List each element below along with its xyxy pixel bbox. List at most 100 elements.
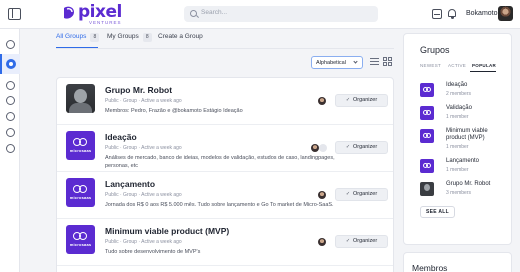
group-avatar[interactable] xyxy=(420,129,434,143)
widget-group-count: 2 members xyxy=(446,91,472,97)
group-avatar[interactable] xyxy=(420,182,434,196)
member-avatar[interactable] xyxy=(318,238,326,246)
thumb-word: microsaas xyxy=(69,242,92,247)
group-avatar[interactable]: microsaas xyxy=(66,131,95,160)
member-avatar[interactable] xyxy=(319,144,327,152)
thumb-word: microsaas xyxy=(69,195,92,200)
panel-toggle-icon[interactable] xyxy=(8,8,21,20)
search-placeholder: Search... xyxy=(201,9,228,16)
group-title[interactable]: Minimum viable product (MVP) xyxy=(105,226,229,236)
group-title[interactable]: Grupo Mr. Robot xyxy=(105,85,172,95)
list-item[interactable]: microsaas Lançamento Public · Group · Ac… xyxy=(57,172,393,219)
tab-create-group[interactable]: Create a Group xyxy=(158,33,203,40)
group-title[interactable]: Lançamento xyxy=(105,179,155,189)
tab-count-badge: 8 xyxy=(142,33,152,42)
widget-group-name[interactable]: Ideação xyxy=(446,82,467,88)
search-input[interactable]: Search... xyxy=(184,6,378,22)
tab-all-groups[interactable]: All Groups 8 xyxy=(56,33,100,42)
group-meta: Public · Group · Active a week ago xyxy=(105,192,182,198)
tab-label: All Groups xyxy=(56,33,87,40)
sidebar xyxy=(0,29,20,272)
widget-title: Membros xyxy=(412,263,448,272)
user-icon[interactable] xyxy=(6,96,15,105)
widget-group-item[interactable]: Ideação 2 members xyxy=(420,81,510,103)
tab-newest[interactable]: NEWEST xyxy=(420,63,441,68)
list-view-icon[interactable] xyxy=(370,58,379,66)
widget-group-item[interactable]: Validação 1 member xyxy=(420,104,510,126)
widget-group-count: 1 member xyxy=(446,167,469,173)
widget-group-count: 3 members xyxy=(446,190,472,196)
group-avatar[interactable]: microsaas xyxy=(66,225,95,254)
group-avatar[interactable] xyxy=(420,83,434,97)
see-all-button[interactable]: SEE ALL xyxy=(420,206,455,218)
settings-icon[interactable] xyxy=(6,144,15,153)
tab-my-groups[interactable]: My Groups 8 xyxy=(107,33,152,42)
list-item[interactable]: microsaas Ideação Public · Group · Activ… xyxy=(57,125,393,172)
microsaas-logo-icon xyxy=(423,110,431,115)
microsaas-logo-icon xyxy=(73,185,88,193)
group-avatar[interactable] xyxy=(420,159,434,173)
tab-count-badge: 8 xyxy=(90,33,100,42)
list-item[interactable]: Grupo Mr. Robot Public · Group · Active … xyxy=(57,78,393,125)
organizer-button[interactable]: Organizer xyxy=(335,188,388,201)
microsaas-logo-icon xyxy=(423,133,431,138)
widget-group-name[interactable]: Lançamento xyxy=(446,158,479,164)
compass-icon[interactable] xyxy=(6,81,15,90)
widget-group-item[interactable]: Lançamento 1 member xyxy=(420,157,510,179)
active-tab-indicator xyxy=(470,71,496,73)
group-description: Jornada dos R$ 0 aos R$ 5.000 mês. Tudo … xyxy=(105,202,334,208)
home-icon[interactable] xyxy=(6,40,15,49)
thumb-word: microsaas xyxy=(69,148,92,153)
group-meta: Public · Group · Active a week ago xyxy=(105,239,182,245)
avatar[interactable] xyxy=(498,6,513,21)
members-widget: Membros xyxy=(403,252,512,272)
member-avatar[interactable] xyxy=(318,97,326,105)
contacts-icon[interactable] xyxy=(6,112,15,121)
group-meta: Public · Group · Active a week ago xyxy=(105,98,182,104)
group-title[interactable]: Ideação xyxy=(105,132,137,142)
widget-group-name[interactable]: Minimum viable product (MVP) xyxy=(446,128,508,142)
search-icon xyxy=(190,10,197,17)
group-avatar[interactable]: microsaas xyxy=(66,178,95,207)
tab-label: Create a Group xyxy=(158,33,203,40)
grid-view-icon[interactable] xyxy=(383,57,393,67)
member-avatar[interactable] xyxy=(311,144,319,152)
widget-group-count: 1 member xyxy=(446,114,469,120)
chat-icon[interactable] xyxy=(6,128,15,137)
widget-group-name[interactable]: Validação xyxy=(446,105,472,111)
tab-label: My Groups xyxy=(107,33,139,40)
widget-group-name[interactable]: Grupo Mr. Robot xyxy=(446,181,490,187)
microsaas-logo-icon xyxy=(423,87,431,92)
top-bar: pixel VENTURES Search... Bokamoto xyxy=(0,0,520,29)
group-description: Análises de mercado, banco de ideias, mo… xyxy=(105,155,335,169)
tab-active[interactable]: ACTIVE xyxy=(448,63,466,68)
inbox-icon[interactable] xyxy=(432,9,442,19)
member-avatar[interactable] xyxy=(318,191,326,199)
logo-subtitle: VENTURES xyxy=(89,20,122,25)
logo-word: pixel xyxy=(78,2,122,22)
microsaas-logo-icon xyxy=(73,138,88,146)
group-avatar[interactable] xyxy=(420,106,434,120)
group-meta: Public · Group · Active a week ago xyxy=(105,145,182,151)
widget-group-item[interactable]: Grupo Mr. Robot 3 members xyxy=(420,180,510,202)
list-item[interactable]: microsaas Minimum viable product (MVP) P… xyxy=(57,219,393,266)
sort-value: Alphabetical xyxy=(316,60,346,66)
organizer-button[interactable]: Organizer xyxy=(335,141,388,154)
microsaas-logo-icon xyxy=(73,232,88,240)
group-avatar[interactable] xyxy=(66,84,95,113)
group-list: Grupo Mr. Robot Public · Group · Active … xyxy=(56,77,394,272)
widget-group-item[interactable]: Minimum viable product (MVP) 1 member xyxy=(420,127,510,157)
groups-widget: Grupos NEWEST ACTIVE POPULAR Ideação 2 m… xyxy=(403,33,512,245)
chevron-down-icon xyxy=(353,59,358,64)
group-description: Tudo sobre desenvolvimento de MVP's xyxy=(105,249,201,255)
username[interactable]: Bokamoto xyxy=(466,10,498,17)
widget-group-count: 1 member xyxy=(446,144,469,150)
tab-popular[interactable]: POPULAR xyxy=(472,63,496,68)
organizer-button[interactable]: Organizer xyxy=(335,94,388,107)
organizer-button[interactable]: Organizer xyxy=(335,235,388,248)
widget-title: Grupos xyxy=(420,45,450,55)
microsaas-logo-icon xyxy=(423,163,431,168)
bell-icon[interactable] xyxy=(447,9,457,19)
sort-select[interactable]: Alphabetical xyxy=(311,56,363,69)
groups-icon[interactable] xyxy=(0,54,20,74)
